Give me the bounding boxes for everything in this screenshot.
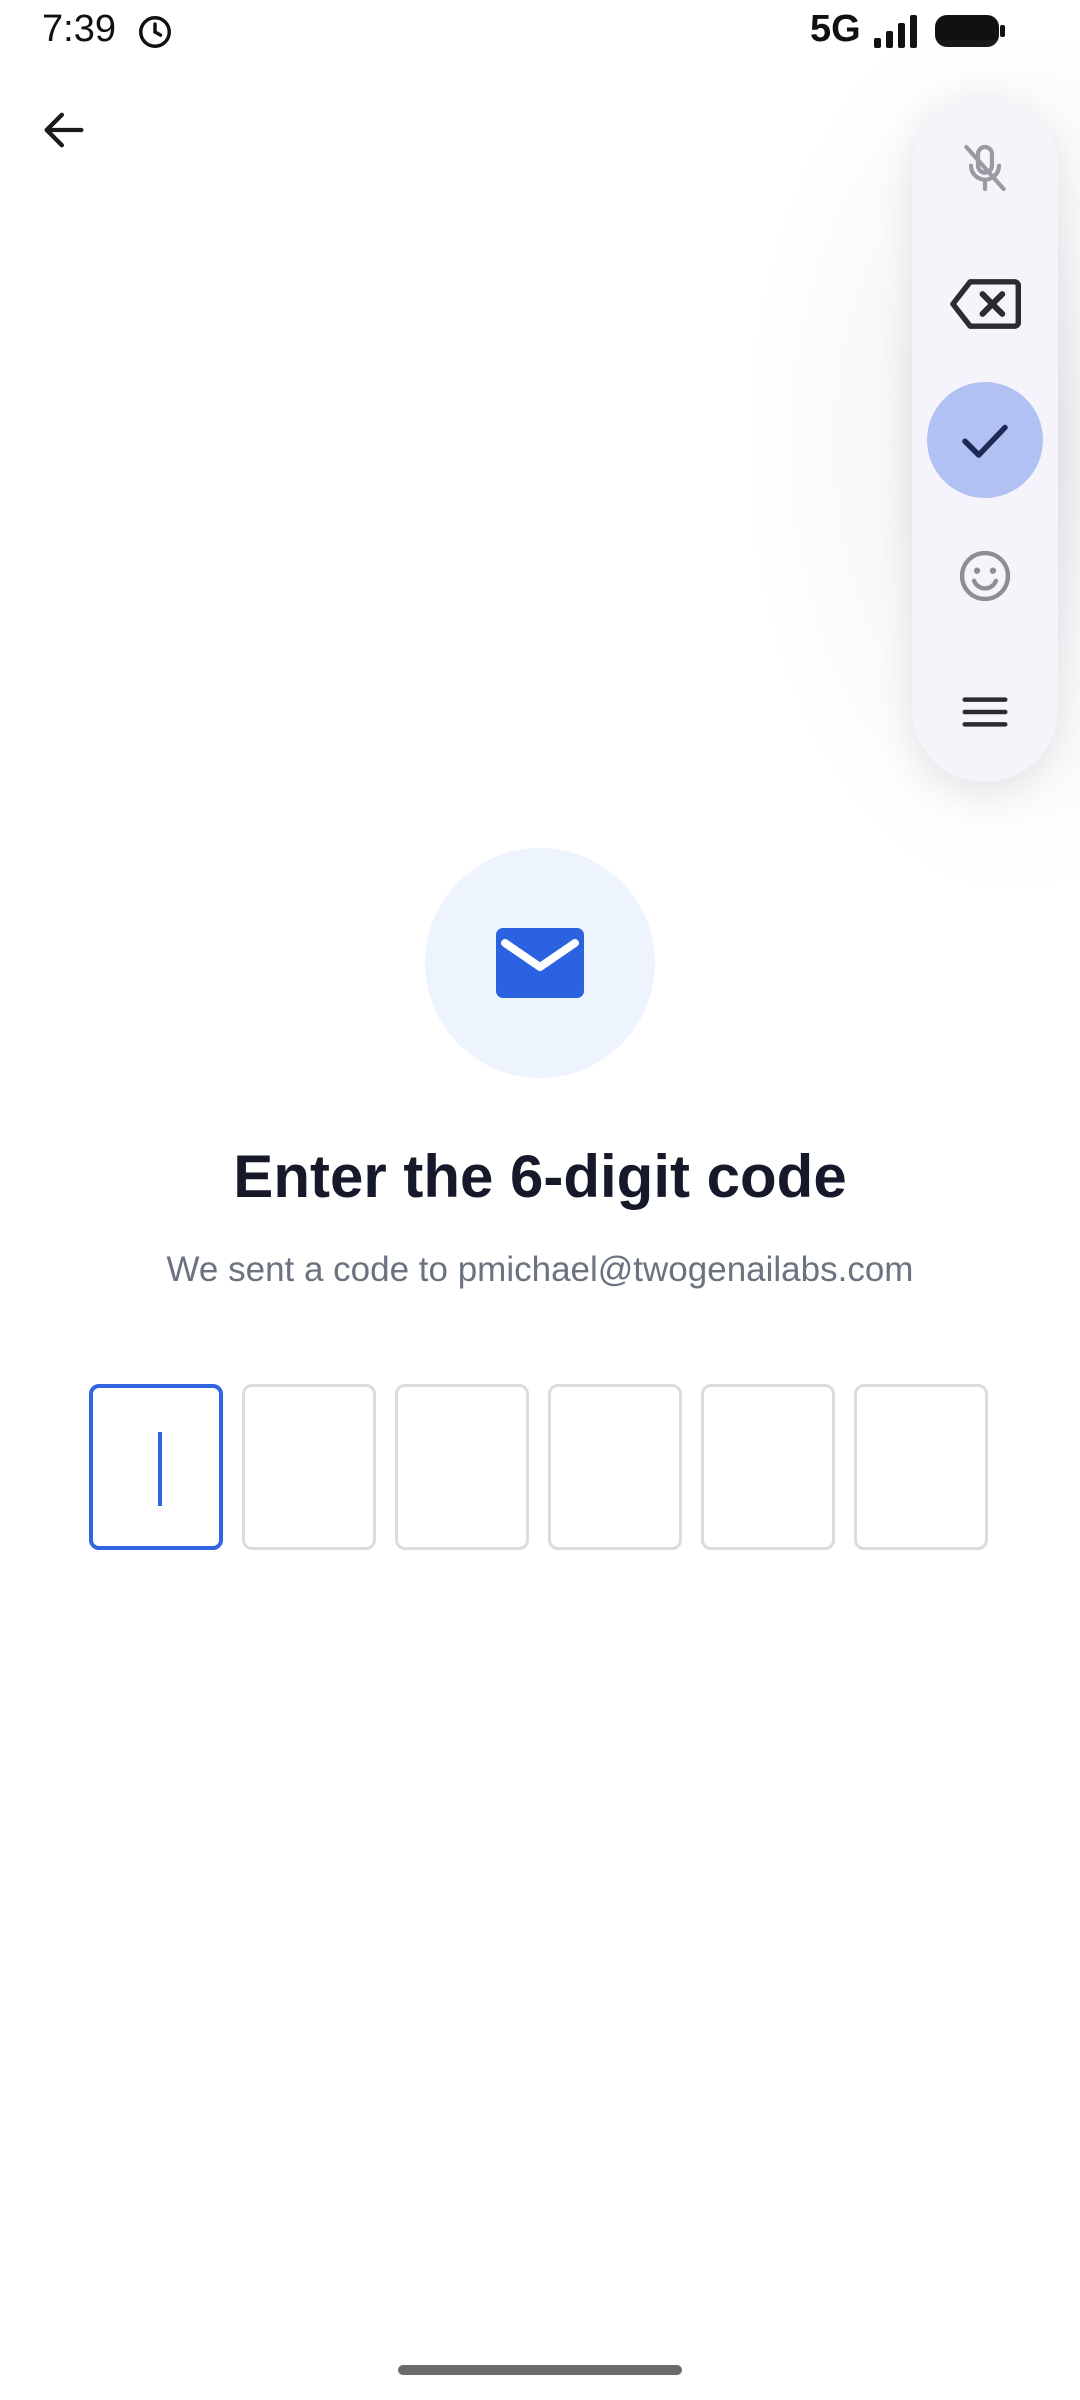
arrow-left-icon xyxy=(44,112,84,148)
mic-off-icon xyxy=(964,144,1006,192)
alarm-clock-icon xyxy=(139,16,171,48)
code-digit-input-2[interactable] xyxy=(242,1384,376,1550)
status-bar: 7:39 5G xyxy=(0,0,1080,62)
code-sent-message: We sent a code to pmichael@twogenailabs.… xyxy=(166,1250,914,1289)
home-indicator[interactable] xyxy=(398,2365,682,2375)
check-icon xyxy=(962,424,1008,458)
emoji-icon xyxy=(959,550,1011,602)
code-digit-input-5[interactable] xyxy=(701,1384,835,1550)
cell-signal-icon xyxy=(874,15,917,48)
status-time: 7:39 xyxy=(42,8,116,50)
mail-icon xyxy=(496,928,584,998)
emoji-button[interactable] xyxy=(927,518,1043,634)
mail-icon-badge xyxy=(425,848,655,1078)
code-digit-input-3[interactable] xyxy=(395,1384,529,1550)
code-digit-input-6[interactable] xyxy=(854,1384,988,1550)
backspace-icon xyxy=(950,279,1022,329)
page-title: Enter the 6-digit code xyxy=(233,1143,847,1210)
network-type: 5G xyxy=(810,8,861,50)
mic-off-button[interactable] xyxy=(927,110,1043,226)
battery-icon xyxy=(935,15,1005,47)
floating-keyboard-toolbar xyxy=(912,94,1058,782)
menu-button[interactable] xyxy=(927,654,1043,770)
verification-screen: 7:39 5G Enter the 6-digit code We sent a… xyxy=(0,0,1080,2400)
menu-icon xyxy=(962,697,1008,727)
done-button[interactable] xyxy=(927,382,1043,498)
code-digit-input-1[interactable] xyxy=(89,1384,223,1550)
back-button[interactable] xyxy=(24,90,104,170)
code-digit-input-4[interactable] xyxy=(548,1384,682,1550)
text-cursor xyxy=(158,1432,162,1506)
backspace-button[interactable] xyxy=(927,246,1043,362)
